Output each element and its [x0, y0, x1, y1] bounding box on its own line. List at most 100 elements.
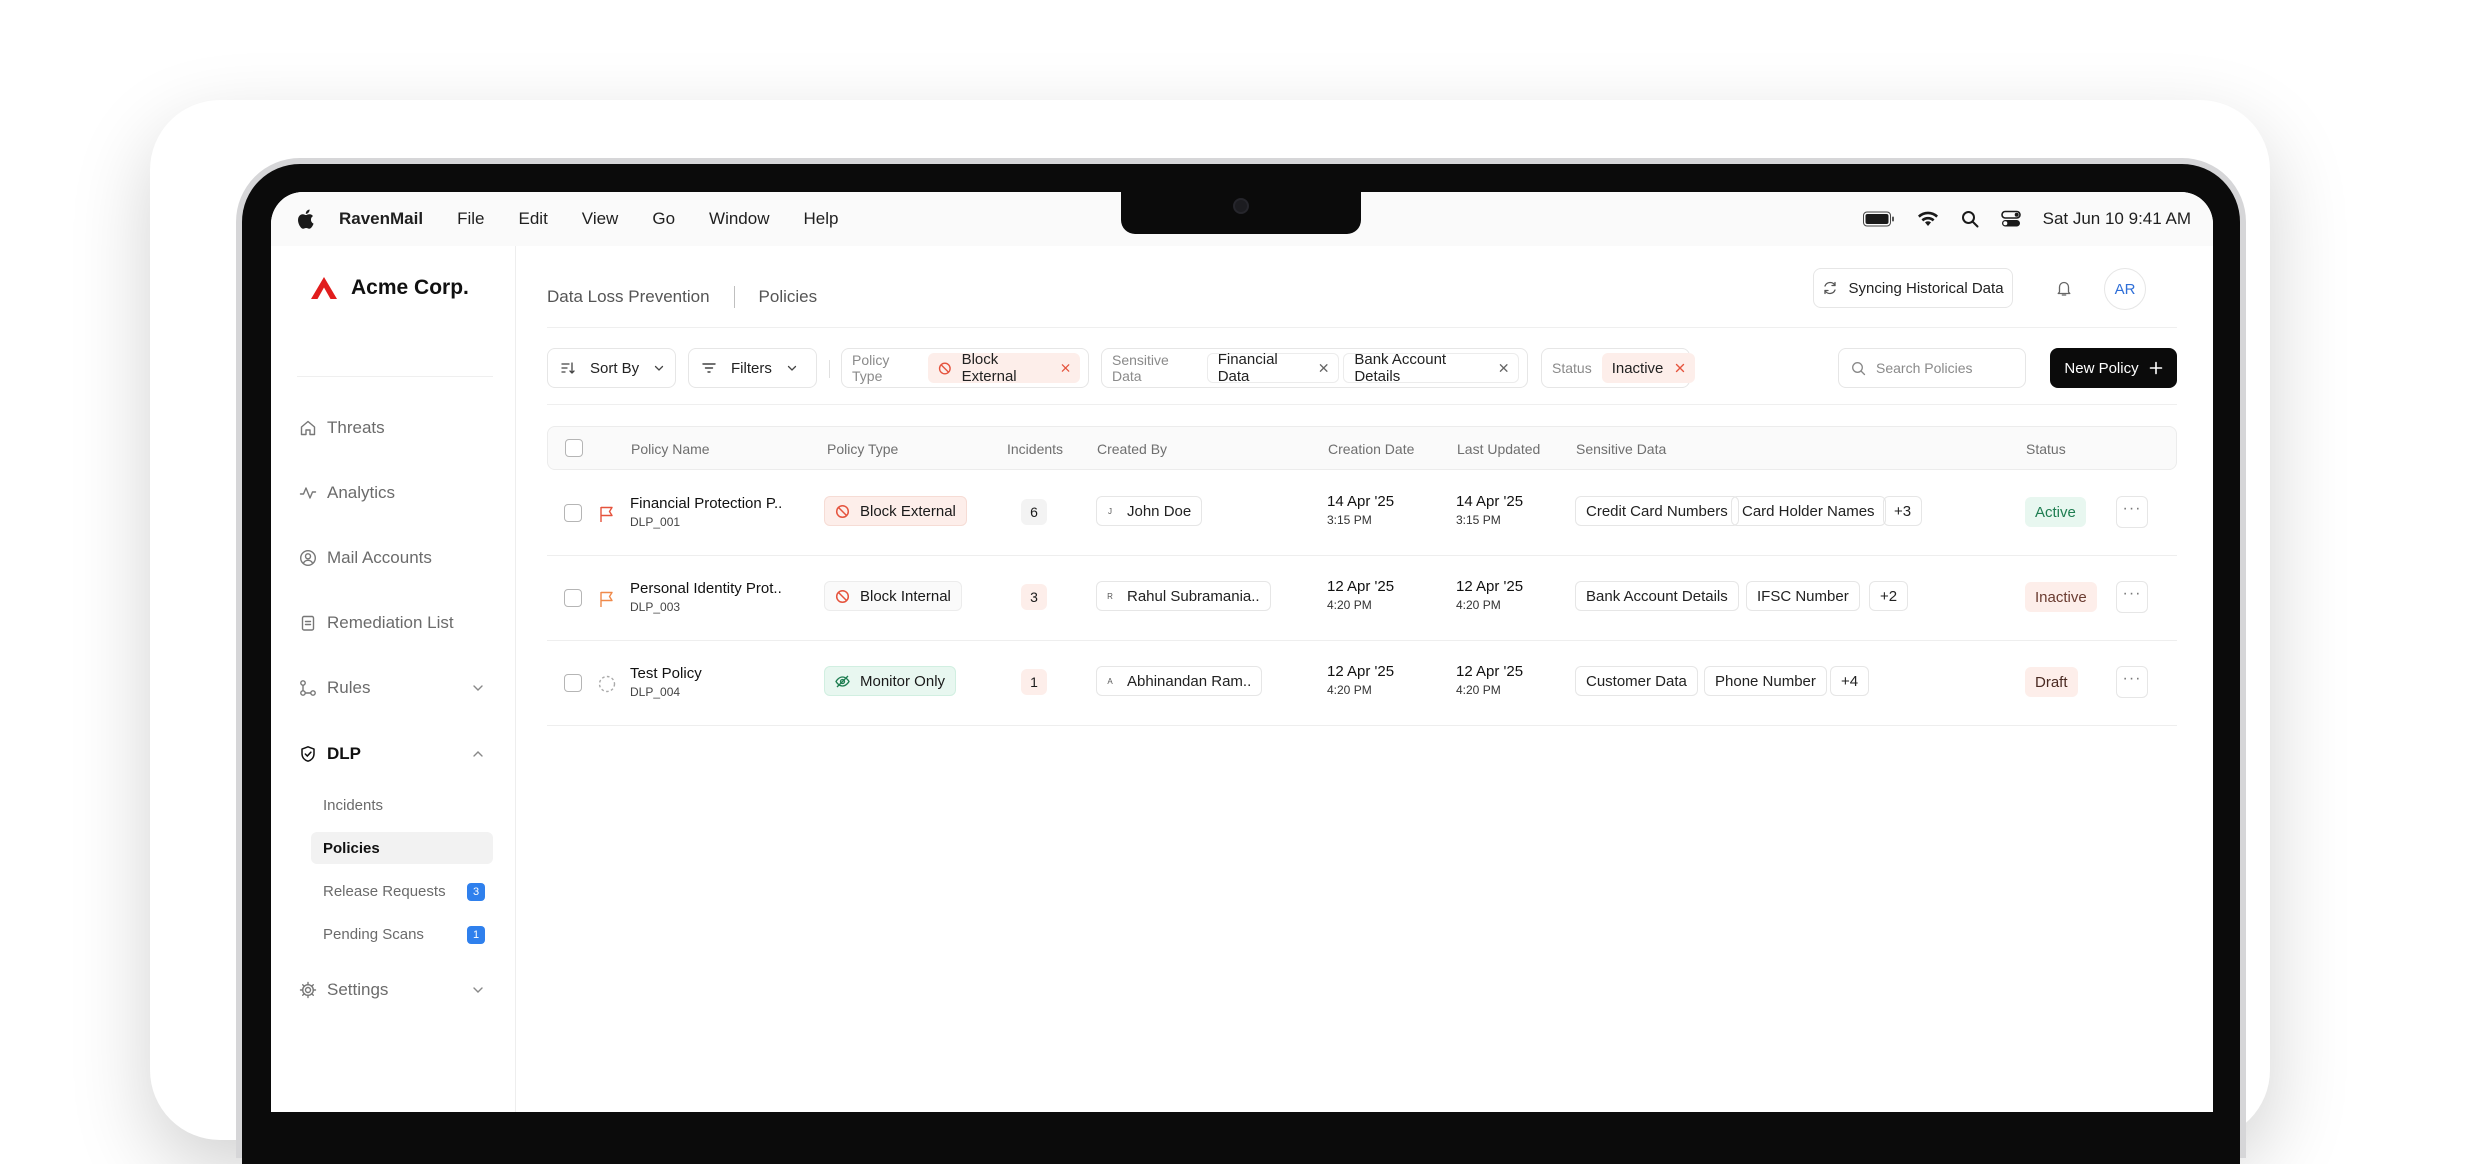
sensitive-data-more[interactable]: +3 — [1883, 496, 1923, 526]
incident-count: 3 — [1021, 584, 1047, 610]
policy-name[interactable]: Test Policy — [630, 665, 702, 682]
battery-icon[interactable] — [1862, 211, 1895, 227]
sort-by-button[interactable]: Sort By — [547, 348, 676, 388]
table-row[interactable]: Personal Identity Prot.. DLP_003 Block I… — [547, 556, 2177, 641]
subnav-label: Pending Scans — [323, 925, 424, 943]
sidebar-item-threats[interactable]: Threats — [297, 408, 493, 448]
chevron-down-icon — [655, 365, 664, 371]
incident-count: 1 — [1021, 669, 1047, 695]
subnav-incidents[interactable]: Incidents — [311, 789, 493, 821]
filter-icon — [702, 363, 716, 373]
policy-type-badge: Block External — [824, 496, 967, 526]
row-actions-button[interactable]: ··· — [2116, 666, 2148, 698]
subnav-policies[interactable]: Policies — [311, 832, 493, 864]
sidebar-item-settings[interactable]: Settings — [297, 970, 493, 1010]
wifi-icon[interactable] — [1917, 211, 1939, 227]
acme-logo-icon — [311, 277, 337, 299]
row-checkbox[interactable] — [564, 589, 582, 607]
draft-circle-icon[interactable] — [597, 674, 617, 694]
breadcrumb: Data Loss Prevention Policies — [547, 286, 817, 308]
camera-icon — [1233, 198, 1249, 214]
time-value: 4:20 PM — [1327, 598, 1372, 612]
spotlight-search-icon[interactable] — [1961, 210, 1979, 228]
apple-icon[interactable] — [295, 208, 315, 230]
close-icon[interactable] — [1675, 363, 1685, 373]
policy-name[interactable]: Personal Identity Prot.. — [630, 580, 782, 597]
filter-chip-block-external[interactable]: Block External — [927, 351, 1080, 385]
sensitive-data-more[interactable]: +4 — [1830, 666, 1870, 696]
block-icon — [835, 589, 850, 603]
flag-icon[interactable] — [597, 589, 617, 609]
column-header-last-updated[interactable]: Last Updated — [1457, 441, 1540, 457]
search-input[interactable]: Search Policies — [1838, 348, 2026, 388]
row-actions-button[interactable]: ··· — [2116, 496, 2148, 528]
creation-date: 12 Apr '25 4:20 PM — [1327, 578, 1394, 612]
column-header-policy-name[interactable]: Policy Name — [631, 441, 710, 457]
sidebar-item-mail-accounts[interactable]: Mail Accounts — [297, 538, 493, 578]
sync-historical-data-button[interactable]: Syncing Historical Data — [1813, 268, 2013, 308]
table-row[interactable]: Test Policy DLP_004 Monitor Only 1 A Abh… — [547, 641, 2177, 726]
breadcrumb-item-policies[interactable]: Policies — [759, 287, 818, 307]
sidebar-item-dlp[interactable]: DLP — [297, 734, 493, 774]
time-value: 3:15 PM — [1456, 513, 1501, 527]
close-icon[interactable] — [1061, 363, 1070, 373]
menu-help[interactable]: Help — [804, 209, 839, 229]
menu-app-name[interactable]: RavenMail — [339, 209, 423, 229]
creation-date: 14 Apr '25 3:15 PM — [1327, 493, 1394, 527]
policy-id: DLP_001 — [630, 515, 681, 529]
filter-chip-financial-data[interactable]: Financial Data — [1206, 351, 1340, 385]
flag-icon[interactable] — [597, 504, 617, 524]
menu-edit[interactable]: Edit — [519, 209, 548, 229]
column-header-policy-type[interactable]: Policy Type — [827, 441, 898, 457]
breadcrumb-item-dlp[interactable]: Data Loss Prevention — [547, 287, 710, 307]
subnav-label: Policies — [323, 839, 380, 857]
sort-by-label: Sort By — [590, 359, 640, 377]
menu-go[interactable]: Go — [652, 209, 675, 229]
row-checkbox[interactable] — [564, 504, 582, 522]
breadcrumb-separator — [733, 286, 735, 308]
chip-label: Inactive — [1611, 359, 1664, 377]
chevron-down-icon — [473, 685, 483, 691]
sidebar-item-analytics[interactable]: Analytics — [297, 473, 493, 513]
subnav-release-requests[interactable]: Release Requests 3 — [311, 875, 493, 907]
select-all-checkbox[interactable] — [565, 439, 583, 457]
filters-button[interactable]: Filters — [688, 348, 817, 388]
column-header-creation-date[interactable]: Creation Date — [1328, 441, 1414, 457]
control-center-icon[interactable] — [2000, 210, 2021, 228]
column-header-created-by[interactable]: Created By — [1097, 441, 1167, 457]
table-row[interactable]: Financial Protection P.. DLP_001 Block E… — [547, 471, 2177, 556]
filter-chip-inactive[interactable]: Inactive — [1601, 353, 1696, 383]
search-placeholder: Search Policies — [1876, 360, 1973, 376]
filter-chip-bank-account-details[interactable]: Bank Account Details — [1343, 351, 1519, 385]
sidebar-item-remediation-list[interactable]: Remediation List — [297, 603, 493, 643]
sensitive-data-more[interactable]: +2 — [1869, 581, 1909, 611]
row-actions-button[interactable]: ··· — [2116, 581, 2148, 613]
brand[interactable]: Acme Corp. — [311, 276, 469, 300]
menu-window[interactable]: Window — [709, 209, 769, 229]
shield-icon — [301, 746, 315, 762]
table-header: Policy Name Policy Type Incidents Create… — [547, 426, 2177, 470]
sidebar-item-rules[interactable]: Rules — [297, 668, 493, 708]
sensitive-data-tag: Customer Data — [1575, 666, 1698, 696]
creator-initial: R — [1107, 591, 1113, 601]
close-icon[interactable] — [1319, 363, 1328, 373]
status-badge: Draft — [2025, 667, 2078, 697]
column-header-status[interactable]: Status — [2026, 441, 2066, 457]
notifications-button[interactable] — [2044, 268, 2084, 308]
chevron-down-icon — [787, 365, 796, 371]
sensitive-data-tag: IFSC Number — [1746, 581, 1860, 611]
close-icon[interactable] — [1499, 363, 1508, 373]
column-header-incidents[interactable]: Incidents — [1007, 441, 1063, 457]
user-avatar[interactable]: AR — [2104, 268, 2146, 310]
policy-name[interactable]: Financial Protection P.. — [630, 495, 782, 512]
subnav-pending-scans[interactable]: Pending Scans 1 — [311, 918, 493, 950]
sort-icon — [561, 362, 575, 374]
menu-view[interactable]: View — [582, 209, 619, 229]
chevron-down-icon — [473, 987, 483, 993]
new-policy-button[interactable]: New Policy — [2050, 348, 2177, 388]
row-checkbox[interactable] — [564, 674, 582, 692]
created-by-chip: J John Doe — [1096, 496, 1203, 526]
creator-name: Rahul Subramania.. — [1127, 587, 1260, 605]
column-header-sensitive-data[interactable]: Sensitive Data — [1576, 441, 1666, 457]
menu-file[interactable]: File — [457, 209, 484, 229]
